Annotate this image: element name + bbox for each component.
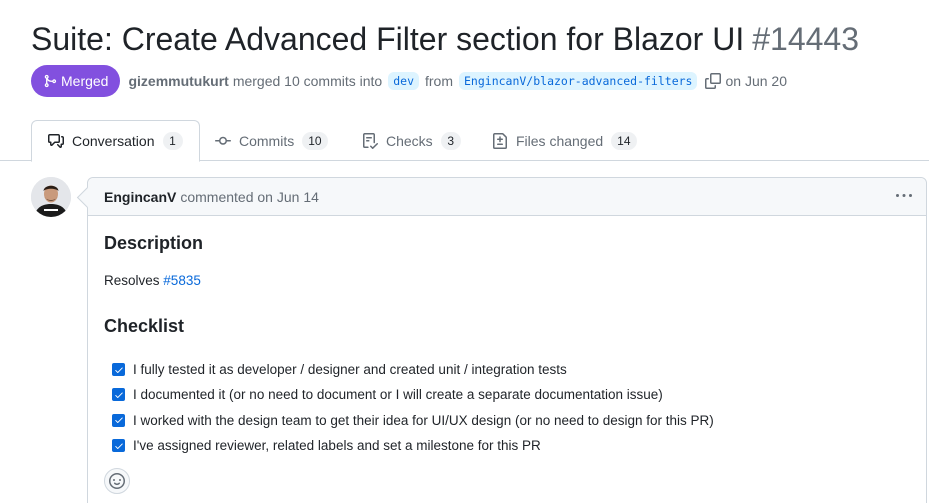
- base-branch-link[interactable]: dev: [388, 72, 419, 90]
- tab-conversation[interactable]: Conversation 1: [31, 120, 200, 162]
- tab-commits[interactable]: Commits 10: [199, 120, 344, 161]
- smiley-icon: [109, 473, 125, 489]
- from-text: from: [425, 73, 453, 89]
- copy-icon[interactable]: [705, 73, 722, 89]
- resolves-line: Resolves #5835: [104, 273, 201, 288]
- tab-commits-label: Commits: [239, 132, 295, 149]
- pr-title: Suite: Create Advanced Filter section fo…: [31, 18, 859, 60]
- comment-meta[interactable]: commented on Jun 14: [180, 189, 319, 205]
- checkbox-checked[interactable]: [112, 413, 125, 427]
- tab-conversation-label: Conversation: [72, 133, 155, 149]
- checklist: I fully tested it as developer / designe…: [112, 357, 714, 458]
- git-commit-icon: [215, 136, 231, 145]
- checklist-item-label: I documented it (or no need to document …: [133, 387, 663, 403]
- resolves-text: Resolves: [104, 273, 160, 288]
- checklist-item-label: I fully tested it as developer / designe…: [133, 362, 567, 378]
- checklist-item: I've assigned reviewer, related labels a…: [112, 433, 714, 458]
- add-reaction-button[interactable]: [104, 468, 130, 494]
- merged-state-label: Merged: [61, 73, 109, 89]
- pr-tabs: Conversation 1 Commits 10 Checks 3 Files…: [0, 120, 929, 162]
- head-branch-link[interactable]: EngincanV/blazor-advanced-filters: [459, 72, 698, 90]
- pr-meta: Merged gizemmutukurt merged 10 commits i…: [31, 65, 791, 97]
- pr-title-text: Suite: Create Advanced Filter section fo…: [31, 21, 745, 57]
- pr-action-text: merged 10 commits into: [232, 73, 383, 89]
- tab-files-changed-label: Files changed: [516, 132, 604, 149]
- avatar[interactable]: [31, 177, 71, 217]
- tab-commits-count: 10: [302, 131, 328, 150]
- checklist-item: I worked with the design team to get the…: [112, 408, 714, 433]
- checkbox-checked[interactable]: [112, 388, 125, 402]
- tab-files-changed-count: 14: [611, 131, 637, 150]
- description-heading: Description: [104, 233, 204, 253]
- comment-header: EngincanV commented on Jun 14: [88, 178, 926, 216]
- comment-box: EngincanV commented on Jun 14 Descriptio…: [87, 177, 927, 503]
- tab-checks-count: 3: [440, 131, 461, 150]
- tab-checks-label: Checks: [386, 132, 433, 149]
- checkbox-checked[interactable]: [112, 363, 125, 377]
- pr-date: on Jun 20: [725, 73, 787, 89]
- checklist-item-label: I've assigned reviewer, related labels a…: [133, 438, 541, 454]
- comment-author-link[interactable]: EngincanV: [104, 189, 176, 205]
- pr-number: #14443: [752, 21, 859, 57]
- checklist-item: I fully tested it as developer / designe…: [112, 357, 714, 382]
- pr-author-link[interactable]: gizemmutukurt: [128, 73, 228, 89]
- merged-state-badge: Merged: [31, 65, 121, 97]
- kebab-menu-icon[interactable]: [896, 188, 912, 207]
- comment-discussion-icon: [48, 134, 64, 148]
- checklist-icon: [363, 132, 378, 149]
- tab-conversation-count: 1: [162, 132, 183, 150]
- tab-checks[interactable]: Checks 3: [346, 120, 477, 161]
- checkbox-checked[interactable]: [112, 439, 125, 453]
- checklist-heading: Checklist: [104, 316, 185, 336]
- file-diff-icon: [493, 132, 507, 149]
- checklist-item: I documented it (or no need to document …: [112, 382, 714, 407]
- checklist-item-label: I worked with the design team to get the…: [133, 412, 714, 428]
- tab-files-changed[interactable]: Files changed 14: [476, 120, 653, 161]
- issue-link[interactable]: #5835: [163, 273, 201, 288]
- git-merge-icon: [44, 74, 57, 88]
